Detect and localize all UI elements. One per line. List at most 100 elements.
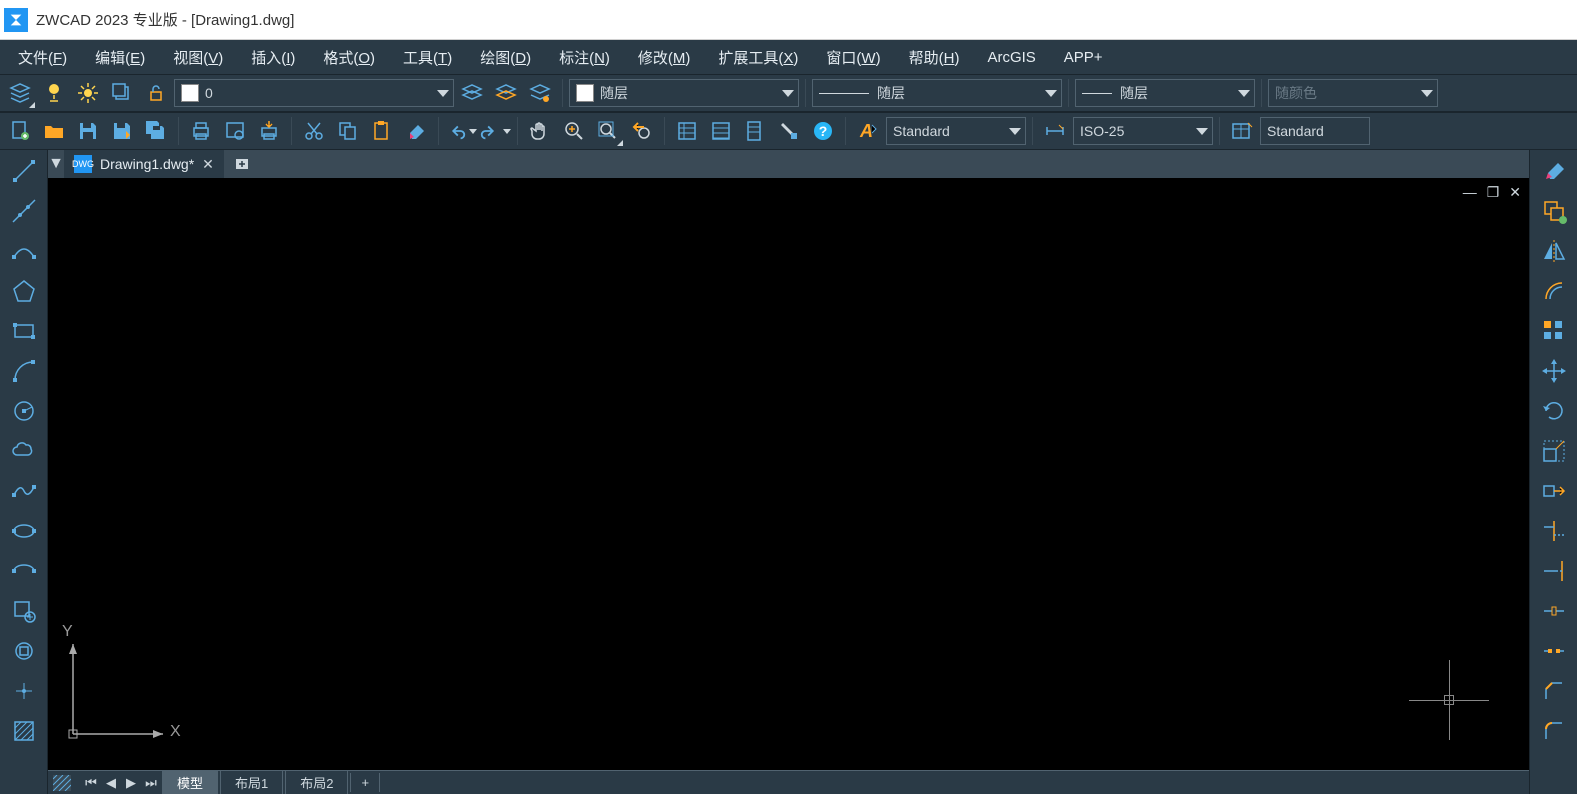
layer-freeze-icon[interactable] <box>72 77 104 109</box>
menu-view[interactable]: 视图(V) <box>163 43 233 72</box>
erase-icon[interactable] <box>400 115 432 147</box>
minimize-viewport-icon[interactable]: — <box>1463 184 1477 201</box>
hatch-icon[interactable] <box>4 712 44 750</box>
help-icon[interactable]: ? <box>807 115 839 147</box>
menu-arcgis[interactable]: ArcGIS <box>977 45 1045 70</box>
layer-dropdown[interactable]: 0 <box>174 79 454 107</box>
hatch-swatch-icon[interactable] <box>52 774 72 792</box>
menu-appplus[interactable]: APP+ <box>1054 45 1113 70</box>
pan-icon[interactable] <box>524 115 556 147</box>
fillet-icon[interactable] <box>1534 712 1574 750</box>
linetype-dropdown[interactable]: 随层 <box>812 79 1062 107</box>
nav-prev-icon[interactable]: ◀ <box>102 774 120 792</box>
lineweight-dropdown[interactable]: 随层 <box>1075 79 1255 107</box>
rotate-icon[interactable] <box>1534 392 1574 430</box>
offset-icon[interactable] <box>1534 272 1574 310</box>
plotstyle-dropdown[interactable]: 随颜色 <box>1268 79 1438 107</box>
ellipse-icon[interactable] <box>4 512 44 550</box>
properties-icon[interactable] <box>671 115 703 147</box>
saveas-icon[interactable] <box>106 115 138 147</box>
nav-last-icon[interactable]: ⏭ <box>142 774 160 792</box>
scale-icon[interactable] <box>1534 432 1574 470</box>
break-icon[interactable] <box>1534 632 1574 670</box>
polygon-icon[interactable] <box>4 272 44 310</box>
dimstyle-dropdown[interactable]: ISO-25 <box>1073 117 1213 145</box>
layer-state-icon[interactable] <box>490 77 522 109</box>
open-icon[interactable] <box>38 115 70 147</box>
make-block-icon[interactable] <box>4 632 44 670</box>
layer-off-icon[interactable] <box>106 77 138 109</box>
polyline-icon[interactable] <box>4 232 44 270</box>
tab-model[interactable]: 模型 <box>162 771 218 794</box>
arc-icon[interactable] <box>4 352 44 390</box>
menu-help[interactable]: 帮助(H) <box>899 43 970 72</box>
layer-manager-icon[interactable] <box>4 77 36 109</box>
textstyle-icon[interactable]: A <box>852 115 884 147</box>
match-props-icon[interactable] <box>773 115 805 147</box>
menu-edit[interactable]: 编辑(E) <box>85 43 155 72</box>
line-icon[interactable] <box>4 152 44 190</box>
layer-previous-icon[interactable] <box>456 77 488 109</box>
insert-block-icon[interactable] <box>4 592 44 630</box>
print-preview-icon[interactable] <box>219 115 251 147</box>
menu-express[interactable]: 扩展工具(X) <box>708 43 808 72</box>
spline-icon[interactable] <box>4 472 44 510</box>
nav-first-icon[interactable]: ⏮ <box>82 774 100 792</box>
saveall-icon[interactable] <box>140 115 172 147</box>
menu-window[interactable]: 窗口(W) <box>816 43 890 72</box>
maximize-viewport-icon[interactable]: ❐ <box>1487 184 1500 201</box>
tabs-dropdown-icon[interactable]: ▼ <box>48 155 64 173</box>
paste-icon[interactable] <box>366 115 398 147</box>
break-at-point-icon[interactable] <box>1534 592 1574 630</box>
revcloud-icon[interactable] <box>4 432 44 470</box>
add-tab-icon[interactable] <box>228 153 256 175</box>
menu-draw[interactable]: 绘图(D) <box>470 43 541 72</box>
circle-icon[interactable] <box>4 392 44 430</box>
ellipse-arc-icon[interactable] <box>4 552 44 590</box>
drawing-canvas[interactable]: — ❐ ✕ Y X <box>48 178 1529 770</box>
add-layout-icon[interactable]: + <box>350 773 380 792</box>
tablestyle-dropdown[interactable]: Standard <box>1260 117 1370 145</box>
zoom-window-icon[interactable] <box>592 115 624 147</box>
construction-line-icon[interactable] <box>4 192 44 230</box>
print-icon[interactable] <box>185 115 217 147</box>
textstyle-dropdown[interactable]: Standard <box>886 117 1026 145</box>
dimstyle-icon[interactable] <box>1039 115 1071 147</box>
rectangle-icon[interactable] <box>4 312 44 350</box>
layer-lock-icon[interactable] <box>140 77 172 109</box>
copy-icon[interactable] <box>332 115 364 147</box>
cut-icon[interactable] <box>298 115 330 147</box>
mirror-icon[interactable] <box>1534 232 1574 270</box>
design-center-icon[interactable] <box>705 115 737 147</box>
nav-next-icon[interactable]: ▶ <box>122 774 140 792</box>
erase-tool-icon[interactable] <box>1534 152 1574 190</box>
stretch-icon[interactable] <box>1534 472 1574 510</box>
redo-icon[interactable] <box>479 115 511 147</box>
menu-file[interactable]: 文件(F) <box>8 43 77 72</box>
menu-insert[interactable]: 插入(I) <box>241 43 305 72</box>
tab-layout1[interactable]: 布局1 <box>220 771 283 794</box>
undo-icon[interactable] <box>445 115 477 147</box>
tablestyle-icon[interactable] <box>1226 115 1258 147</box>
tab-layout2[interactable]: 布局2 <box>285 771 348 794</box>
new-icon[interactable] <box>4 115 36 147</box>
zoom-previous-icon[interactable] <box>626 115 658 147</box>
document-tab[interactable]: DWG Drawing1.dwg* ✕ <box>64 150 224 178</box>
publish-icon[interactable] <box>253 115 285 147</box>
layer-walk-icon[interactable] <box>524 77 556 109</box>
close-tab-icon[interactable]: ✕ <box>202 156 214 173</box>
menu-format[interactable]: 格式(O) <box>313 43 385 72</box>
extend-icon[interactable] <box>1534 552 1574 590</box>
trim-icon[interactable] <box>1534 512 1574 550</box>
menu-tools[interactable]: 工具(T) <box>393 43 462 72</box>
save-icon[interactable] <box>72 115 104 147</box>
zoom-realtime-icon[interactable] <box>558 115 590 147</box>
array-icon[interactable] <box>1534 312 1574 350</box>
copy-tool-icon[interactable] <box>1534 192 1574 230</box>
close-viewport-icon[interactable]: ✕ <box>1509 184 1521 201</box>
color-dropdown[interactable]: 随层 <box>569 79 799 107</box>
point-icon[interactable] <box>4 672 44 710</box>
move-icon[interactable] <box>1534 352 1574 390</box>
layer-on-icon[interactable] <box>38 77 70 109</box>
menu-modify[interactable]: 修改(M) <box>628 43 701 72</box>
